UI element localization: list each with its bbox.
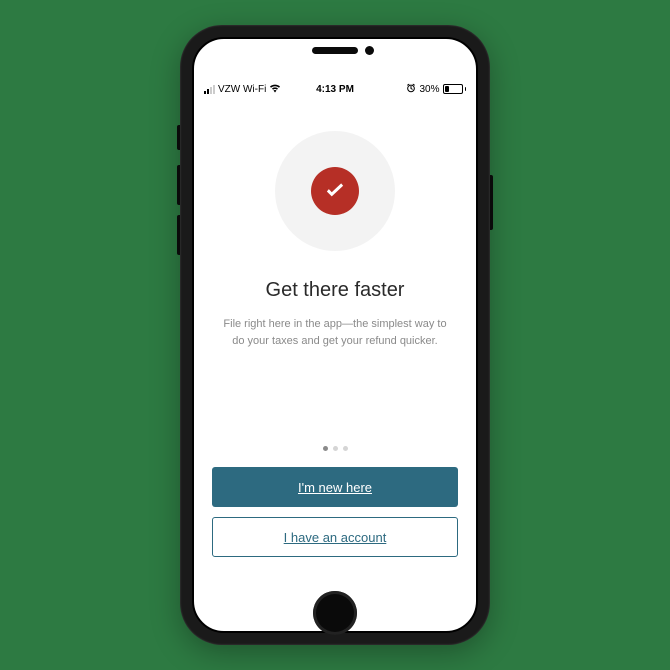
- page-dot-1[interactable]: [323, 446, 328, 451]
- phone-frame: VZW Wi-Fi 4:13 PM 30%: [180, 25, 490, 645]
- checkmark-circle-icon: [311, 167, 359, 215]
- logo-background-circle: [275, 131, 395, 251]
- volume-down-button: [177, 215, 180, 255]
- volume-up-button: [177, 165, 180, 205]
- front-camera: [365, 46, 374, 55]
- existing-account-button[interactable]: I have an account: [212, 517, 458, 557]
- earpiece: [312, 47, 358, 54]
- new-user-button[interactable]: I'm new here: [212, 467, 458, 507]
- power-button: [490, 175, 493, 230]
- mute-switch: [177, 125, 180, 150]
- status-bar: VZW Wi-Fi 4:13 PM 30%: [194, 79, 476, 99]
- app-content: Get there faster File right here in the …: [194, 99, 476, 569]
- battery-icon: [443, 84, 467, 94]
- wifi-icon: [269, 83, 281, 96]
- time-label: 4:13 PM: [316, 84, 354, 95]
- hero-section: Get there faster File right here in the …: [212, 119, 458, 436]
- carrier-label: VZW Wi-Fi: [218, 84, 266, 95]
- onboarding-headline: Get there faster: [266, 279, 405, 302]
- phone-screen: VZW Wi-Fi 4:13 PM 30%: [192, 37, 478, 633]
- pagination-dots[interactable]: [212, 446, 458, 451]
- page-dot-3[interactable]: [343, 446, 348, 451]
- onboarding-subtext: File right here in the app—the simplest …: [220, 316, 450, 349]
- signal-icon: [204, 85, 215, 94]
- alarm-icon: [406, 83, 416, 96]
- status-left: VZW Wi-Fi: [204, 83, 281, 96]
- battery-percent: 30%: [419, 84, 439, 95]
- status-right: 30%: [406, 83, 466, 96]
- button-group: I'm new here I have an account: [212, 467, 458, 557]
- page-dot-2[interactable]: [333, 446, 338, 451]
- home-button[interactable]: [313, 591, 357, 635]
